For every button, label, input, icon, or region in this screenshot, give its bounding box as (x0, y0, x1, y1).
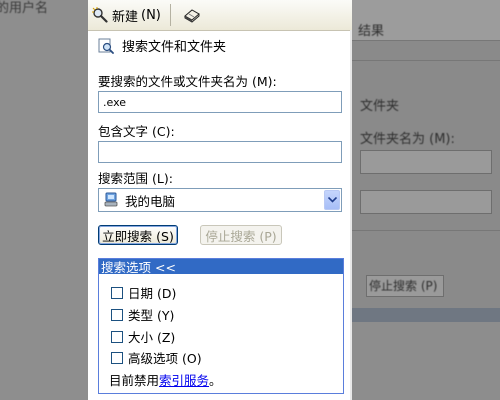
background-left-window: 的用户名 (0, 0, 88, 400)
search-options-panel: 搜索选项 << 日期 (D) 类型 (Y) 大小 (Z) 高级选项 (O) 目前… (98, 258, 344, 394)
contains-text-input[interactable] (98, 141, 342, 163)
background-right-text: 文件夹名为 (M): (360, 132, 455, 147)
dropdown-arrow[interactable] (324, 190, 340, 210)
book-button[interactable] (180, 4, 204, 26)
panel-title-text: 搜索文件和文件夹 (122, 40, 227, 55)
search-options-header[interactable]: 搜索选项 << (99, 259, 343, 275)
toolbar: 新建 (N) (88, 0, 352, 31)
background-right-text: 结果 (358, 24, 385, 39)
option-advanced[interactable]: 高级选项 (O) (111, 348, 202, 367)
background-left-text: 的用户名 (0, 1, 49, 16)
contains-text-label: 包含文字 (C): (98, 124, 175, 139)
search-scope-dropdown[interactable]: 我的电脑 (98, 188, 342, 212)
indexing-service-link[interactable]: 索引服务 (159, 373, 209, 388)
advanced-checkbox[interactable] (111, 351, 123, 364)
stop-search-button[interactable]: 停止搜索 (P) (200, 225, 282, 245)
book-icon (184, 9, 200, 23)
filename-input[interactable] (98, 91, 342, 113)
search-now-button[interactable]: 立即搜索 (S) (98, 225, 178, 245)
magnifier-new-icon (92, 7, 108, 23)
my-computer-icon (104, 192, 118, 207)
option-label: 大小 (Z) (128, 330, 176, 345)
option-size[interactable]: 大小 (Z) (111, 327, 175, 346)
search-companion-pane: 新建 (N) 搜索文件和文件夹 要搜索的文件或文件夹名为 (M): 包含文字 (… (88, 0, 352, 400)
background-right-text: 文件夹 (360, 99, 400, 114)
new-search-label: 新建 (112, 9, 139, 25)
background-right-text: 停止搜索 (P) (369, 279, 438, 293)
search-files-icon (98, 38, 114, 54)
option-label: 高级选项 (O) (128, 351, 202, 366)
search-scope-value: 我的电脑 (125, 193, 176, 209)
new-search-accel: (N) (141, 7, 161, 23)
new-search-button[interactable]: 新建 (N) (92, 4, 161, 26)
option-label: 日期 (D) (128, 286, 177, 301)
size-checkbox[interactable] (111, 330, 123, 343)
pane-edge (350, 30, 352, 400)
search-scope-label: 搜索范围 (L): (98, 171, 173, 186)
filename-label: 要搜索的文件或文件夹名为 (M): (98, 74, 277, 89)
option-label: 类型 (Y) (128, 308, 175, 323)
type-checkbox[interactable] (111, 308, 123, 321)
background-right-window: 结果 文件夹 文件夹名为 (M): 停止搜索 (P) (352, 0, 500, 400)
panel-title: 搜索文件和文件夹 (98, 36, 226, 55)
indexing-status-prefix: 目前禁用 (109, 373, 160, 388)
option-type[interactable]: 类型 (Y) (111, 305, 174, 324)
date-checkbox[interactable] (111, 286, 123, 299)
option-date[interactable]: 日期 (D) (111, 283, 176, 302)
toolbar-separator (170, 4, 171, 26)
indexing-status: 目前禁用索引服务。 (109, 370, 222, 389)
indexing-status-suffix: 。 (209, 373, 222, 388)
chevron-down-icon (327, 197, 337, 203)
